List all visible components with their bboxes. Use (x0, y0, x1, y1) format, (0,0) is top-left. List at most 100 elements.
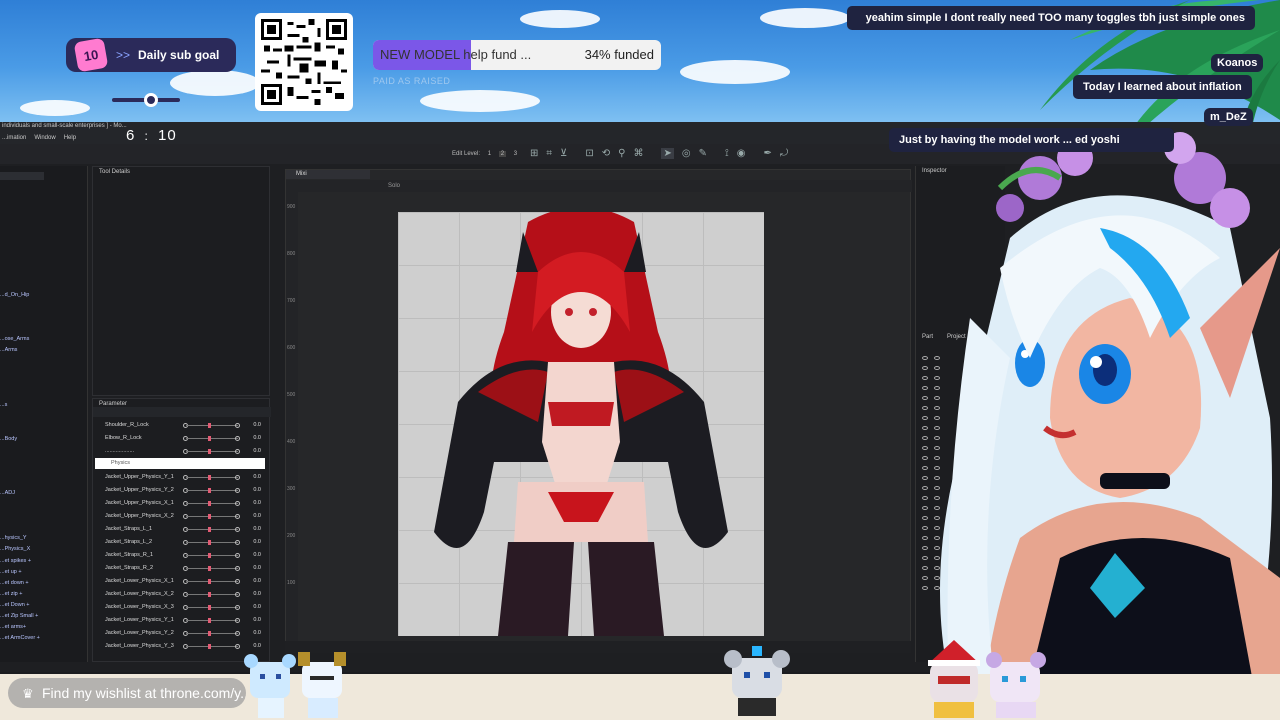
keyform-dot-icon[interactable] (235, 514, 240, 519)
list-item[interactable]: ...s (0, 402, 7, 408)
parameter-slider-handle[interactable] (208, 501, 211, 506)
parameter-row[interactable]: Jacket_Lower_Physics_X_3 0.0 (93, 601, 269, 614)
model-artboard[interactable] (398, 212, 764, 636)
parameter-slider-track[interactable] (186, 490, 238, 491)
parameter-slider-track[interactable] (186, 516, 238, 517)
keyform-dot-icon[interactable] (235, 605, 240, 610)
parameter-row[interactable]: Jacket_Upper_Physics_X_2 0.0 (93, 510, 269, 523)
keyform-dot-icon[interactable] (235, 566, 240, 571)
parameter-row[interactable]: ................... 0.0 (93, 445, 269, 458)
parameter-slider-handle[interactable] (208, 488, 211, 493)
list-item[interactable]: ...et Down + (0, 602, 30, 608)
grid-tool-icon[interactable]: ⊡ (585, 148, 593, 159)
parameter-slider-handle[interactable] (208, 631, 211, 636)
parameter-slider-track[interactable] (186, 529, 238, 530)
edit-level-2[interactable]: 2 (498, 151, 507, 157)
keyform-dot-icon[interactable] (235, 592, 240, 597)
keyform-dot-icon[interactable] (235, 449, 240, 454)
parameter-slider-handle[interactable] (208, 605, 211, 610)
parameter-row[interactable]: Elbow_R_Lock 0.0 (93, 432, 269, 445)
list-item[interactable]: ...et arms+ (0, 624, 26, 630)
parameter-slider-track[interactable] (186, 568, 238, 569)
mesh-tool-icon[interactable]: ⌗ (546, 148, 552, 159)
deform-tool-icon[interactable]: ⊞ (530, 148, 538, 159)
parameter-slider-track[interactable] (186, 542, 238, 543)
parameter-slider-handle[interactable] (208, 540, 211, 545)
menu-help[interactable]: Help (64, 135, 76, 141)
parameter-row[interactable]: Jacket_Straps_R_1 0.0 (93, 549, 269, 562)
dropdown[interactable] (0, 172, 44, 180)
parameter-row[interactable]: Jacket_Upper_Physics_X_1 0.0 (93, 497, 269, 510)
parameter-row[interactable]: Shoulder_R_Lock 0.0 (93, 419, 269, 432)
parameter-slider-handle[interactable] (208, 592, 211, 597)
parameter-slider-handle[interactable] (208, 579, 211, 584)
warp-tool-icon[interactable]: ⊻ (560, 148, 567, 159)
keyform-dot-icon[interactable] (235, 553, 240, 558)
select-arrow-icon[interactable]: ➤ (661, 148, 674, 159)
keyform-dot-icon[interactable] (235, 423, 240, 428)
list-item[interactable]: ...et down + (0, 580, 29, 586)
parameter-slider-track[interactable] (186, 477, 238, 478)
list-item[interactable]: ...Arms (0, 347, 17, 353)
parameter-slider-handle[interactable] (208, 475, 211, 480)
list-item[interactable]: ...ADJ (0, 490, 15, 496)
keyform-dot-icon[interactable] (235, 436, 240, 441)
parameter-row[interactable]: Jacket_Lower_Physics_X_2 0.0 (93, 588, 269, 601)
keyform-dot-icon[interactable] (235, 527, 240, 532)
parameter-slider-track[interactable] (186, 438, 238, 439)
parameter-slider-track[interactable] (186, 503, 238, 504)
list-item[interactable]: ...ose_Arms (0, 336, 29, 342)
parameter-slider-track[interactable] (186, 646, 238, 647)
parameter-slider-handle[interactable] (208, 527, 211, 532)
parameter-row[interactable]: Jacket_Straps_R_2 0.0 (93, 562, 269, 575)
glue-tool-icon[interactable]: ⌘ (633, 148, 643, 159)
menu-window[interactable]: Window (34, 135, 55, 141)
parameter-slider-handle[interactable] (208, 449, 211, 454)
parameter-slider-handle[interactable] (208, 423, 211, 428)
parameter-slider-track[interactable] (186, 451, 238, 452)
keyform-dot-icon[interactable] (235, 579, 240, 584)
tab-mixi[interactable]: Mixi (286, 170, 370, 179)
parameter-row[interactable]: Jacket_Lower_Physics_Y_2 0.0 (93, 627, 269, 640)
parameter-slider-handle[interactable] (208, 618, 211, 623)
parameter-slider-handle[interactable] (208, 436, 211, 441)
parameter-slider-track[interactable] (186, 607, 238, 608)
parameter-row[interactable]: Jacket_Straps_L_1 0.0 (93, 523, 269, 536)
parameter-slider-track[interactable] (186, 594, 238, 595)
solo-toggle[interactable]: Solo (388, 183, 400, 189)
list-item[interactable]: ...hysics_Y (0, 535, 27, 541)
keyform-dot-icon[interactable] (235, 540, 240, 545)
list-item[interactable]: ...et Zip Small + (0, 613, 38, 619)
parameter-slider-track[interactable] (186, 633, 238, 634)
parameter-row[interactable]: Jacket_Lower_Physics_X_1 0.0 (93, 575, 269, 588)
edit-level-1[interactable]: 1 (488, 151, 491, 157)
keyform-dot-icon[interactable] (235, 475, 240, 480)
parameter-slider-handle[interactable] (208, 553, 211, 558)
transform-tool-icon[interactable]: ⟟ (725, 148, 729, 159)
list-item[interactable]: ...et up + (0, 569, 22, 575)
eye-tool-icon[interactable]: ◉ (737, 148, 746, 159)
parameter-slider-handle[interactable] (208, 644, 211, 649)
pen-tool-icon[interactable]: ✒ (763, 148, 771, 159)
list-item[interactable]: ...et zip + (0, 591, 22, 597)
list-item[interactable]: ...et ArmCover + (0, 635, 40, 641)
brush-tool-icon[interactable]: ✎ (699, 148, 707, 159)
bone-tool-icon[interactable]: ⚲ (618, 148, 625, 159)
link-tool-icon[interactable]: ⤾ (780, 148, 788, 159)
parameter-row[interactable]: Jacket_Upper_Physics_Y_2 0.0 (93, 484, 269, 497)
edit-level-3[interactable]: 3 (514, 151, 517, 157)
wishlist-link[interactable]: ♛ Find my wishlist at throne.com/y... (8, 678, 246, 708)
parameter-slider-handle[interactable] (208, 566, 211, 571)
parameter-row[interactable]: Jacket_Straps_L_2 0.0 (93, 536, 269, 549)
parameter-slider-track[interactable] (186, 425, 238, 426)
parameter-slider-handle[interactable] (208, 514, 211, 519)
canvas-view[interactable]: Mixi Solo 900 800 700 600 500 400 300 20… (285, 169, 912, 652)
parameter-row[interactable]: Jacket_Upper_Physics_Y_1 0.0 (93, 471, 269, 484)
keyform-dot-icon[interactable] (235, 488, 240, 493)
keyform-dot-icon[interactable] (235, 631, 240, 636)
parameter-slider-track[interactable] (186, 581, 238, 582)
keyform-dot-icon[interactable] (235, 618, 240, 623)
keyform-dot-icon[interactable] (235, 501, 240, 506)
menu-animation[interactable]: ...imation (2, 135, 26, 141)
list-item[interactable]: ...Body (0, 436, 17, 442)
